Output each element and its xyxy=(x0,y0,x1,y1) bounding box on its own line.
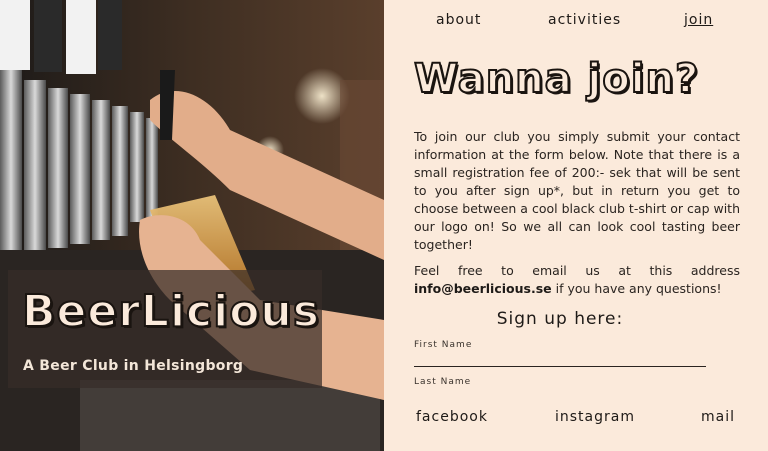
hero-photo: BeerLicious A Beer Club in Helsingborg xyxy=(0,0,384,451)
nav-activities[interactable]: activities xyxy=(548,12,621,28)
brand-subtitle: A Beer Club in Helsingborg xyxy=(23,358,244,374)
contact-text-end: if you have any questions! xyxy=(551,281,722,296)
contact-text-start: Feel free to email us at this address xyxy=(414,263,740,278)
nav-join[interactable]: join xyxy=(684,12,713,28)
last-name-input[interactable] xyxy=(414,386,706,406)
first-name-underline xyxy=(414,366,706,367)
nav-about[interactable]: about xyxy=(436,12,481,28)
page-title: Wanna join? xyxy=(413,55,700,103)
mail-link[interactable]: mail xyxy=(701,409,735,425)
brand-overlay: BeerLicious A Beer Club in Helsingborg xyxy=(8,270,322,388)
contact-paragraph: Feel free to email us at this address in… xyxy=(414,262,740,298)
email-link[interactable]: info@beerlicious.se xyxy=(414,281,552,296)
first-name-input[interactable] xyxy=(414,348,706,368)
facebook-link[interactable]: facebook xyxy=(416,409,488,425)
signup-heading: Sign up here: xyxy=(496,309,624,329)
instagram-link[interactable]: instagram xyxy=(555,409,635,425)
brand-title: BeerLicious xyxy=(21,285,320,338)
join-info-paragraph: To join our club you simply submit your … xyxy=(414,129,740,252)
join-content: about activities join Wanna join? To joi… xyxy=(384,0,768,451)
